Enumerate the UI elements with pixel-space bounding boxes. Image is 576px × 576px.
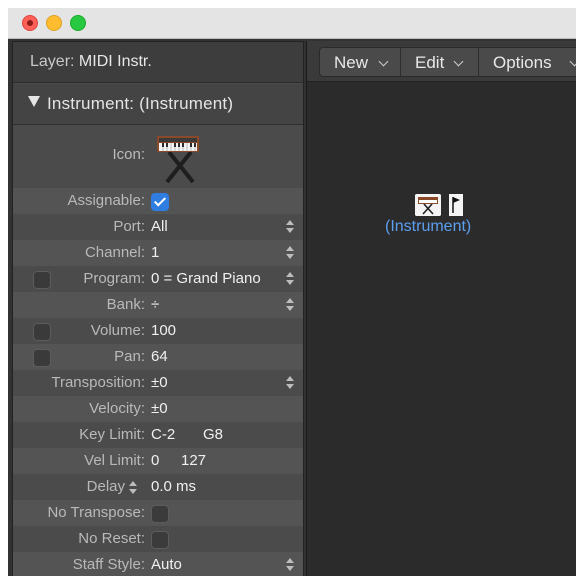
staff-style-row: Staff Style: Auto (13, 552, 303, 576)
vel-limit-high[interactable]: 127 (181, 452, 206, 469)
disclosure-triangle-icon[interactable] (28, 96, 40, 107)
transposition-label: Transposition: (51, 374, 145, 391)
vel-limit-low[interactable]: 0 (151, 452, 159, 469)
layer-label: Layer: (30, 53, 75, 70)
vel-limit-row: Vel Limit: 0 127 (13, 448, 303, 474)
bank-label: Bank: (106, 296, 145, 313)
key-limit-low[interactable]: C-2 (151, 426, 175, 443)
layer-value[interactable]: MIDI Instr. (79, 53, 152, 70)
pan-value[interactable]: 64 (151, 348, 168, 365)
volume-value[interactable]: 100 (151, 322, 176, 339)
minimize-button[interactable] (46, 15, 62, 31)
chevron-down-icon (378, 56, 389, 67)
vel-limit-label: Vel Limit: (84, 452, 145, 469)
key-limit-row: Key Limit: C-2 G8 (13, 422, 303, 448)
icon-row: Icon: (13, 126, 303, 184)
transposition-value[interactable]: ±0 (151, 374, 168, 391)
channel-stepper-icon[interactable] (285, 245, 295, 261)
delay-label: Delay (86, 478, 125, 495)
flag-icon[interactable] (449, 194, 463, 216)
bank-stepper-icon[interactable] (285, 297, 295, 313)
instrument-object-name[interactable]: (Instrument) (385, 218, 471, 236)
close-button[interactable] (22, 15, 38, 31)
channel-label: Channel: (84, 244, 145, 261)
no-reset-checkbox[interactable] (151, 531, 169, 549)
staff-style-value[interactable]: Auto (151, 556, 182, 573)
assignable-checkbox[interactable] (151, 193, 169, 211)
close-icon (27, 20, 33, 26)
no-reset-row: No Reset: (13, 526, 303, 552)
port-stepper-icon[interactable] (285, 219, 295, 235)
instrument-header-title: Instrument: (Instrument) (47, 94, 234, 113)
program-label: Program: (83, 270, 145, 287)
edit-menu[interactable]: Edit (400, 48, 479, 76)
no-transpose-label: No Transpose: (47, 504, 145, 521)
velocity-label: Velocity: (89, 400, 145, 417)
delay-row: Delay 0.0 ms (13, 474, 303, 500)
delay-value[interactable]: 0.0 ms (151, 478, 196, 495)
instrument-section-header[interactable]: Instrument: (Instrument) (13, 84, 303, 125)
channel-row: Channel: 1 (13, 240, 303, 266)
environment-area: New Edit Options (Instrument) (306, 41, 576, 576)
title-bar (8, 8, 576, 39)
chevron-down-icon (569, 56, 576, 67)
staff-style-label: Staff Style: (72, 556, 145, 573)
inspector-panel: Layer: MIDI Instr. Instrument: (Instrume… (12, 41, 304, 576)
assignable-label: Assignable: (67, 192, 145, 209)
pan-row: Pan: 64 (13, 344, 303, 370)
app-window: Layer: MIDI Instr. Instrument: (Instrume… (8, 8, 576, 576)
edit-menu-label: Edit (415, 53, 445, 72)
keyboard-on-stand-icon[interactable] (153, 130, 205, 186)
icon-label: Icon: (112, 146, 145, 163)
transposition-row: Transposition: ±0 (13, 370, 303, 396)
layer-header: Layer: MIDI Instr. (13, 42, 303, 83)
key-limit-high[interactable]: G8 (203, 426, 223, 443)
bank-value[interactable]: ÷ (151, 296, 159, 313)
chevron-down-icon (453, 56, 464, 67)
environment-canvas[interactable]: (Instrument) (307, 82, 576, 576)
port-row: Port: All (13, 214, 303, 240)
zoom-button[interactable] (70, 15, 86, 31)
volume-enable-checkbox[interactable] (33, 323, 51, 341)
new-menu[interactable]: New (320, 48, 400, 76)
no-transpose-checkbox[interactable] (151, 505, 169, 523)
velocity-row: Velocity: ±0 (13, 396, 303, 422)
keyboard-on-stand-icon[interactable] (415, 194, 441, 216)
key-limit-label: Key Limit: (79, 426, 145, 443)
menu-group: New Edit Options (319, 47, 576, 77)
no-reset-label: No Reset: (78, 530, 145, 547)
volume-label: Volume: (90, 322, 145, 339)
no-transpose-row: No Transpose: (13, 500, 303, 526)
port-value[interactable]: All (151, 218, 168, 235)
pan-enable-checkbox[interactable] (33, 349, 51, 367)
new-menu-label: New (334, 53, 369, 72)
program-row: Program: 0 = Grand Piano (13, 266, 303, 292)
options-menu[interactable]: Options (478, 48, 576, 76)
velocity-value[interactable]: ±0 (151, 400, 168, 417)
bank-row: Bank: ÷ (13, 292, 303, 318)
staff-style-stepper-icon[interactable] (285, 557, 295, 573)
program-value[interactable]: 0 = Grand Piano (151, 270, 261, 287)
channel-value[interactable]: 1 (151, 244, 159, 261)
program-enable-checkbox[interactable] (33, 271, 51, 289)
delay-unit-stepper-icon[interactable] (128, 480, 138, 494)
pan-label: Pan: (114, 348, 145, 365)
options-menu-label: Options (493, 53, 552, 72)
toolbar: New Edit Options (307, 41, 576, 82)
assignable-row: Assignable: (13, 188, 303, 214)
volume-row: Volume: 100 (13, 318, 303, 344)
program-stepper-icon[interactable] (285, 271, 295, 287)
port-label: Port: (113, 218, 145, 235)
transposition-stepper-icon[interactable] (285, 375, 295, 391)
